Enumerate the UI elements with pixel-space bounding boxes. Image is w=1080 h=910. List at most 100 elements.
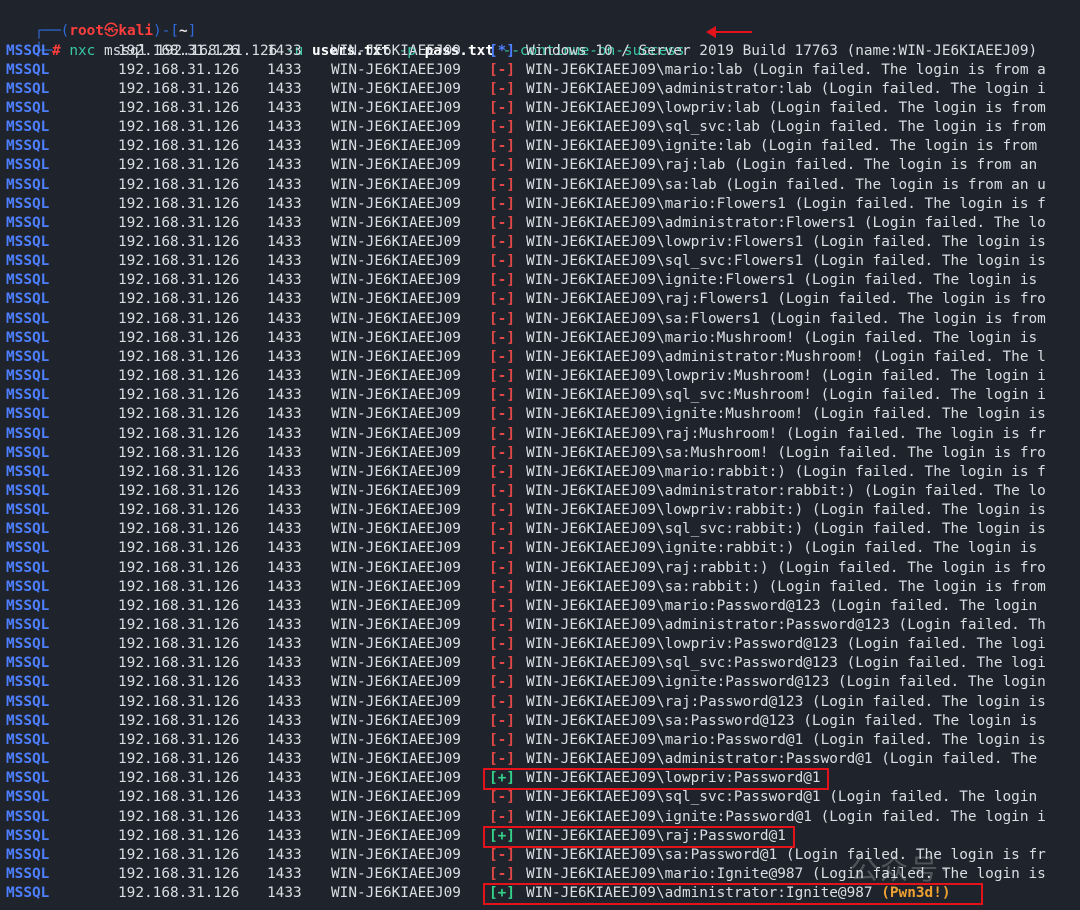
row-status: [-] bbox=[489, 253, 515, 270]
row-status: [-] bbox=[489, 99, 515, 116]
row-hostname: WIN-JE6KIAEEJ09 bbox=[331, 597, 461, 614]
row-message: WIN-JE6KIAEEJ09\ignite:lab (Login failed… bbox=[526, 138, 1038, 155]
row-message: WIN-JE6KIAEEJ09\lowpriv:Mushroom! (Login… bbox=[526, 368, 1046, 385]
row-protocol: MSSQL bbox=[6, 846, 50, 863]
output-row: MSSQL 192.168.31.126 1433 WIN-JE6KIAEEJ09 [-… bbox=[0, 252, 1080, 271]
row-port: 1433 bbox=[267, 42, 302, 59]
row-hostname: WIN-JE6KIAEEJ09 bbox=[331, 885, 461, 902]
row-protocol: MSSQL bbox=[6, 521, 50, 538]
row-protocol: MSSQL bbox=[6, 789, 50, 806]
row-port: 1433 bbox=[267, 712, 302, 729]
row-hostname: WIN-JE6KIAEEJ09 bbox=[331, 348, 461, 365]
row-status: [-] bbox=[489, 119, 515, 136]
row-protocol: MSSQL bbox=[6, 329, 50, 346]
row-port: 1433 bbox=[267, 865, 302, 882]
row-ip: 192.168.31.126 bbox=[118, 731, 240, 748]
row-message: WIN-JE6KIAEEJ09\sa:lab (Login failed. Th… bbox=[526, 176, 1046, 193]
row-protocol: MSSQL bbox=[6, 597, 50, 614]
row-ip: 192.168.31.126 bbox=[118, 827, 240, 844]
row-ip: 192.168.31.126 bbox=[118, 99, 240, 116]
row-port: 1433 bbox=[267, 157, 302, 174]
row-port: 1433 bbox=[267, 234, 302, 250]
row-ip: 192.168.31.126 bbox=[118, 693, 240, 710]
row-ip: 192.168.31.126 bbox=[118, 368, 240, 385]
output-row: MSSQL 192.168.31.126 1433 WIN-JE6KIAEEJ09 [-… bbox=[0, 616, 1080, 635]
row-ip: 192.168.31.126 bbox=[118, 559, 240, 576]
row-hostname: WIN-JE6KIAEEJ09 bbox=[331, 42, 461, 59]
row-status: [-] bbox=[489, 406, 515, 423]
row-port: 1433 bbox=[267, 425, 302, 442]
row-message: WIN-JE6KIAEEJ09\raj:Password@123 (Login … bbox=[526, 693, 1046, 710]
row-message: WIN-JE6KIAEEJ09\sql_svc:Password@1 (Logi… bbox=[526, 789, 1038, 806]
row-hostname: WIN-JE6KIAEEJ09 bbox=[331, 636, 461, 653]
row-status: [-] bbox=[489, 521, 515, 538]
row-message: WIN-JE6KIAEEJ09\sa:Flowers1 (Login faile… bbox=[526, 310, 1046, 327]
row-protocol: MSSQL bbox=[6, 368, 50, 385]
prompt-top-line: ┌──(root㉿kali)-[~] bbox=[0, 3, 197, 39]
row-protocol: MSSQL bbox=[6, 540, 50, 557]
row-status: [*] bbox=[489, 42, 515, 59]
output-row: MSSQL 192.168.31.126 1433 WIN-JE6KIAEEJ09 [-… bbox=[0, 597, 1080, 616]
row-port: 1433 bbox=[267, 138, 302, 155]
row-hostname: WIN-JE6KIAEEJ09 bbox=[331, 617, 461, 633]
command-line[interactable]: └─# nxc mssql 192.168.31.126 -u users.tx… bbox=[0, 23, 685, 59]
row-protocol: MSSQL bbox=[6, 693, 50, 710]
row-status: [-] bbox=[489, 808, 515, 825]
row-message: WIN-JE6KIAEEJ09\mario:lab (Login failed.… bbox=[526, 61, 1046, 78]
row-hostname: WIN-JE6KIAEEJ09 bbox=[331, 655, 461, 672]
row-ip: 192.168.31.126 bbox=[118, 636, 240, 653]
row-status: [-] bbox=[489, 425, 515, 442]
row-protocol: MSSQL bbox=[6, 406, 50, 423]
row-protocol: MSSQL bbox=[6, 61, 50, 78]
row-protocol: MSSQL bbox=[6, 636, 50, 653]
row-hostname: WIN-JE6KIAEEJ09 bbox=[331, 502, 461, 519]
row-ip: 192.168.31.126 bbox=[118, 387, 240, 404]
row-status: [-] bbox=[489, 482, 515, 499]
row-ip: 192.168.31.126 bbox=[118, 119, 240, 136]
row-hostname: WIN-JE6KIAEEJ09 bbox=[331, 808, 461, 825]
row-port: 1433 bbox=[267, 636, 302, 653]
row-protocol: MSSQL bbox=[6, 80, 50, 97]
row-ip: 192.168.31.126 bbox=[118, 157, 240, 174]
row-ip: 192.168.31.126 bbox=[118, 406, 240, 423]
row-hostname: WIN-JE6KIAEEJ09 bbox=[331, 138, 461, 155]
row-hostname: WIN-JE6KIAEEJ09 bbox=[331, 310, 461, 327]
row-protocol: MSSQL bbox=[6, 195, 50, 212]
row-port: 1433 bbox=[267, 291, 302, 308]
output-row: MSSQL 192.168.31.126 1433 WIN-JE6KIAEEJ09 [-… bbox=[0, 731, 1080, 750]
row-hostname: WIN-JE6KIAEEJ09 bbox=[331, 195, 461, 212]
row-message: WIN-JE6KIAEEJ09\raj:Mushroom! (Login fai… bbox=[526, 425, 1046, 442]
row-status: [-] bbox=[489, 731, 515, 748]
row-protocol: MSSQL bbox=[6, 617, 50, 633]
row-hostname: WIN-JE6KIAEEJ09 bbox=[331, 425, 461, 442]
row-protocol: MSSQL bbox=[6, 463, 50, 480]
row-ip: 192.168.31.126 bbox=[118, 195, 240, 212]
row-port: 1433 bbox=[267, 540, 302, 557]
row-hostname: WIN-JE6KIAEEJ09 bbox=[331, 387, 461, 404]
row-port: 1433 bbox=[267, 444, 302, 461]
row-protocol: MSSQL bbox=[6, 99, 50, 116]
row-status: [-] bbox=[489, 310, 515, 327]
row-port: 1433 bbox=[267, 80, 302, 97]
row-status: [-] bbox=[489, 195, 515, 212]
row-protocol: MSSQL bbox=[6, 578, 50, 595]
row-message: WIN-JE6KIAEEJ09\raj:lab (Login failed. T… bbox=[526, 157, 1038, 174]
row-message: WIN-JE6KIAEEJ09\sa:Password@123 (Login f… bbox=[526, 712, 1038, 729]
terminal-window[interactable]: ┌──(root㉿kali)-[~] └─# nxc mssql 192.168… bbox=[0, 0, 1080, 910]
row-hostname: WIN-JE6KIAEEJ09 bbox=[331, 176, 461, 193]
row-ip: 192.168.31.126 bbox=[118, 310, 240, 327]
row-hostname: WIN-JE6KIAEEJ09 bbox=[331, 61, 461, 78]
row-status: [-] bbox=[489, 636, 515, 653]
row-ip: 192.168.31.126 bbox=[118, 234, 240, 250]
row-ip: 192.168.31.126 bbox=[118, 176, 240, 193]
row-message: WIN-JE6KIAEEJ09\sql_svc:Mushroom! (Login… bbox=[526, 387, 1046, 404]
row-protocol: MSSQL bbox=[6, 253, 50, 270]
row-ip: 192.168.31.126 bbox=[118, 655, 240, 672]
row-message: WIN-JE6KIAEEJ09\administrator:Password@1… bbox=[526, 751, 1038, 768]
row-protocol: MSSQL bbox=[6, 502, 50, 519]
row-protocol: MSSQL bbox=[6, 712, 50, 729]
row-message: WIN-JE6KIAEEJ09\ignite:Flowers1 (Login f… bbox=[526, 272, 1038, 289]
row-protocol: MSSQL bbox=[6, 865, 50, 882]
row-message: WIN-JE6KIAEEJ09\administrator:Mushroom! … bbox=[526, 348, 1046, 365]
row-protocol: MSSQL bbox=[6, 119, 50, 136]
